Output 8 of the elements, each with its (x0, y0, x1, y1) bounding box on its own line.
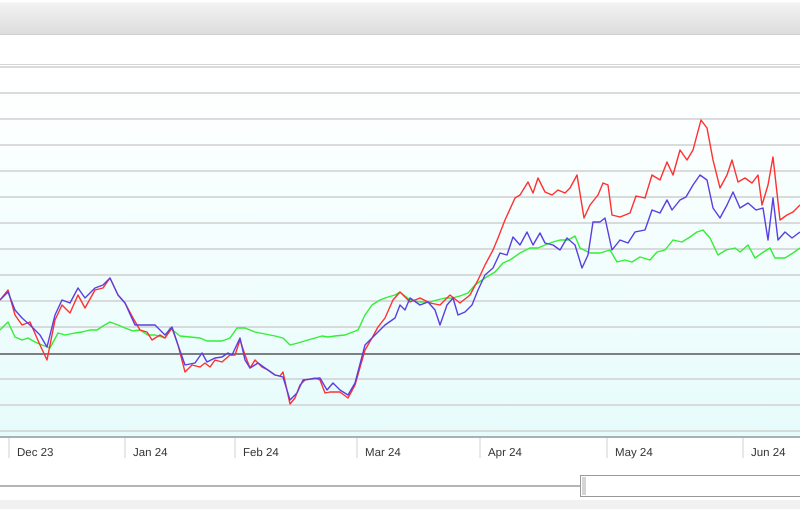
axis-label: Jun 24 (751, 447, 786, 459)
axis-label: Apr 24 (488, 447, 522, 459)
axis-label: Mar 24 (365, 447, 401, 459)
axis-label: Feb 24 (243, 447, 279, 459)
axis-label: Dec 23 (17, 447, 54, 459)
axis-label: May 24 (615, 447, 653, 459)
axis-label: Jan 24 (133, 447, 168, 459)
range-handle[interactable] (580, 475, 800, 497)
